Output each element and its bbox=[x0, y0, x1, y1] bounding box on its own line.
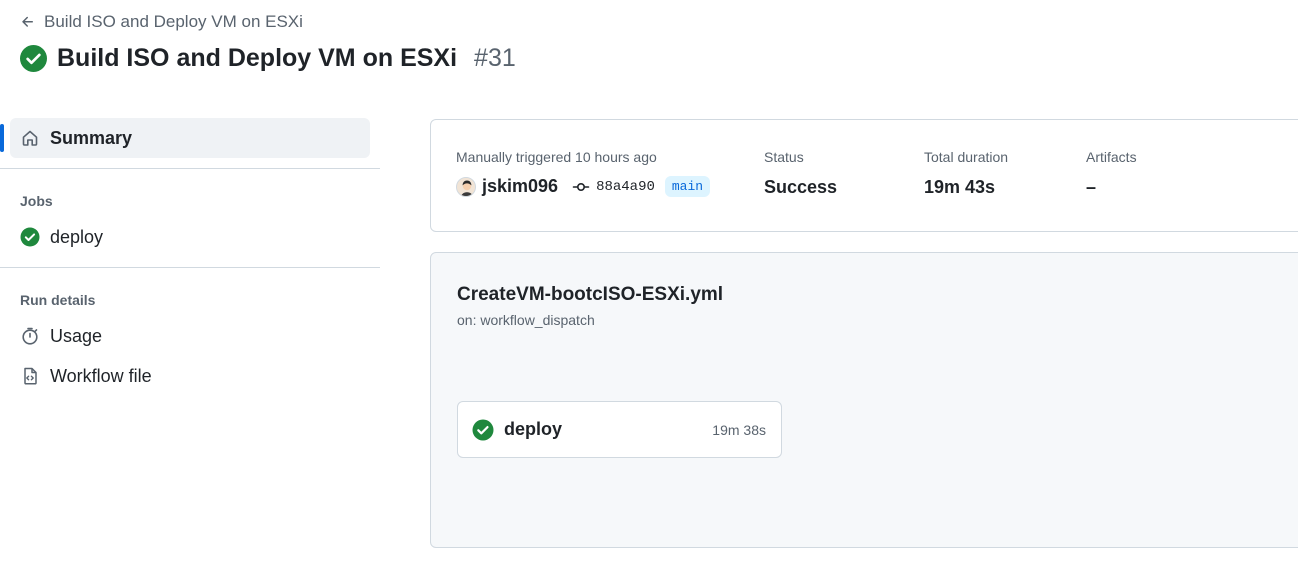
actor-username[interactable]: jskim096 bbox=[482, 176, 558, 197]
sidebar-item-label: Summary bbox=[50, 127, 133, 148]
duration-value: 19m 43s bbox=[924, 177, 996, 197]
status-column: Status Success bbox=[764, 149, 837, 198]
avatar[interactable] bbox=[456, 176, 476, 197]
run-title: Build ISO and Deploy VM on ESXi bbox=[57, 44, 458, 72]
sidebar-item-summary[interactable]: Summary bbox=[0, 118, 370, 158]
check-circle-fill-icon bbox=[472, 419, 494, 440]
file-code-icon bbox=[24, 367, 37, 385]
arrow-left-icon bbox=[22, 16, 33, 27]
workflow-file-name: CreateVM-bootcISO-ESXi.yml bbox=[457, 284, 724, 305]
active-indicator bbox=[0, 124, 4, 152]
sidebar: Summary Jobs deploy Run details Usage Wo… bbox=[0, 118, 380, 396]
back-link[interactable]: Build ISO and Deploy VM on ESXi bbox=[20, 12, 303, 32]
artifacts-column: Artifacts – bbox=[1086, 149, 1137, 198]
sidebar-item-label: Usage bbox=[50, 325, 103, 346]
duration-label: Total duration bbox=[924, 149, 1009, 165]
artifacts-label: Artifacts bbox=[1086, 149, 1137, 165]
status-value: Success bbox=[764, 177, 838, 197]
workflow-trigger: on: workflow_dispatch bbox=[457, 312, 595, 328]
check-circle-fill-icon bbox=[20, 45, 47, 72]
trigger-info: jskim096 88a4a90 main bbox=[456, 176, 711, 197]
run-details-heading: Run details bbox=[20, 292, 96, 308]
back-link-label: Build ISO and Deploy VM on ESXi bbox=[44, 12, 303, 31]
job-node-deploy[interactable]: deploy 19m 38s bbox=[457, 401, 782, 458]
run-summary-card: Manually triggered 10 hours ago jskim096… bbox=[430, 119, 1298, 232]
sidebar-item-label: deploy bbox=[50, 226, 104, 247]
job-duration: 19m 38s bbox=[712, 421, 766, 438]
sidebar-item-workflow-file[interactable]: Workflow file bbox=[0, 356, 380, 396]
run-number: #31 bbox=[474, 44, 516, 72]
check-circle-fill-icon bbox=[20, 227, 40, 247]
sidebar-item-label: Workflow file bbox=[50, 365, 152, 386]
duration-column: Total duration 19m 43s bbox=[924, 149, 1008, 198]
jobs-heading: Jobs bbox=[20, 193, 53, 209]
workflow-graph: CreateVM-bootcISO-ESXi.yml on: workflow_… bbox=[430, 252, 1298, 548]
sidebar-item-usage[interactable]: Usage bbox=[0, 316, 380, 356]
avatar-image bbox=[457, 177, 475, 196]
branch-badge[interactable]: main bbox=[664, 176, 711, 197]
job-name: deploy bbox=[504, 419, 563, 439]
stopwatch-icon bbox=[22, 327, 38, 345]
status-label: Status bbox=[764, 149, 804, 165]
trigger-column: Manually triggered 10 hours ago jskim096… bbox=[456, 149, 711, 197]
artifacts-value: – bbox=[1086, 177, 1097, 197]
commit-sha-link[interactable]: 88a4a90 bbox=[596, 179, 655, 195]
git-commit-icon bbox=[572, 182, 590, 191]
trigger-label: Manually triggered 10 hours ago bbox=[456, 149, 657, 165]
home-icon bbox=[22, 130, 38, 146]
page-title: Build ISO and Deploy VM on ESXi #31 bbox=[20, 44, 516, 73]
sidebar-item-deploy[interactable]: deploy bbox=[0, 217, 380, 257]
